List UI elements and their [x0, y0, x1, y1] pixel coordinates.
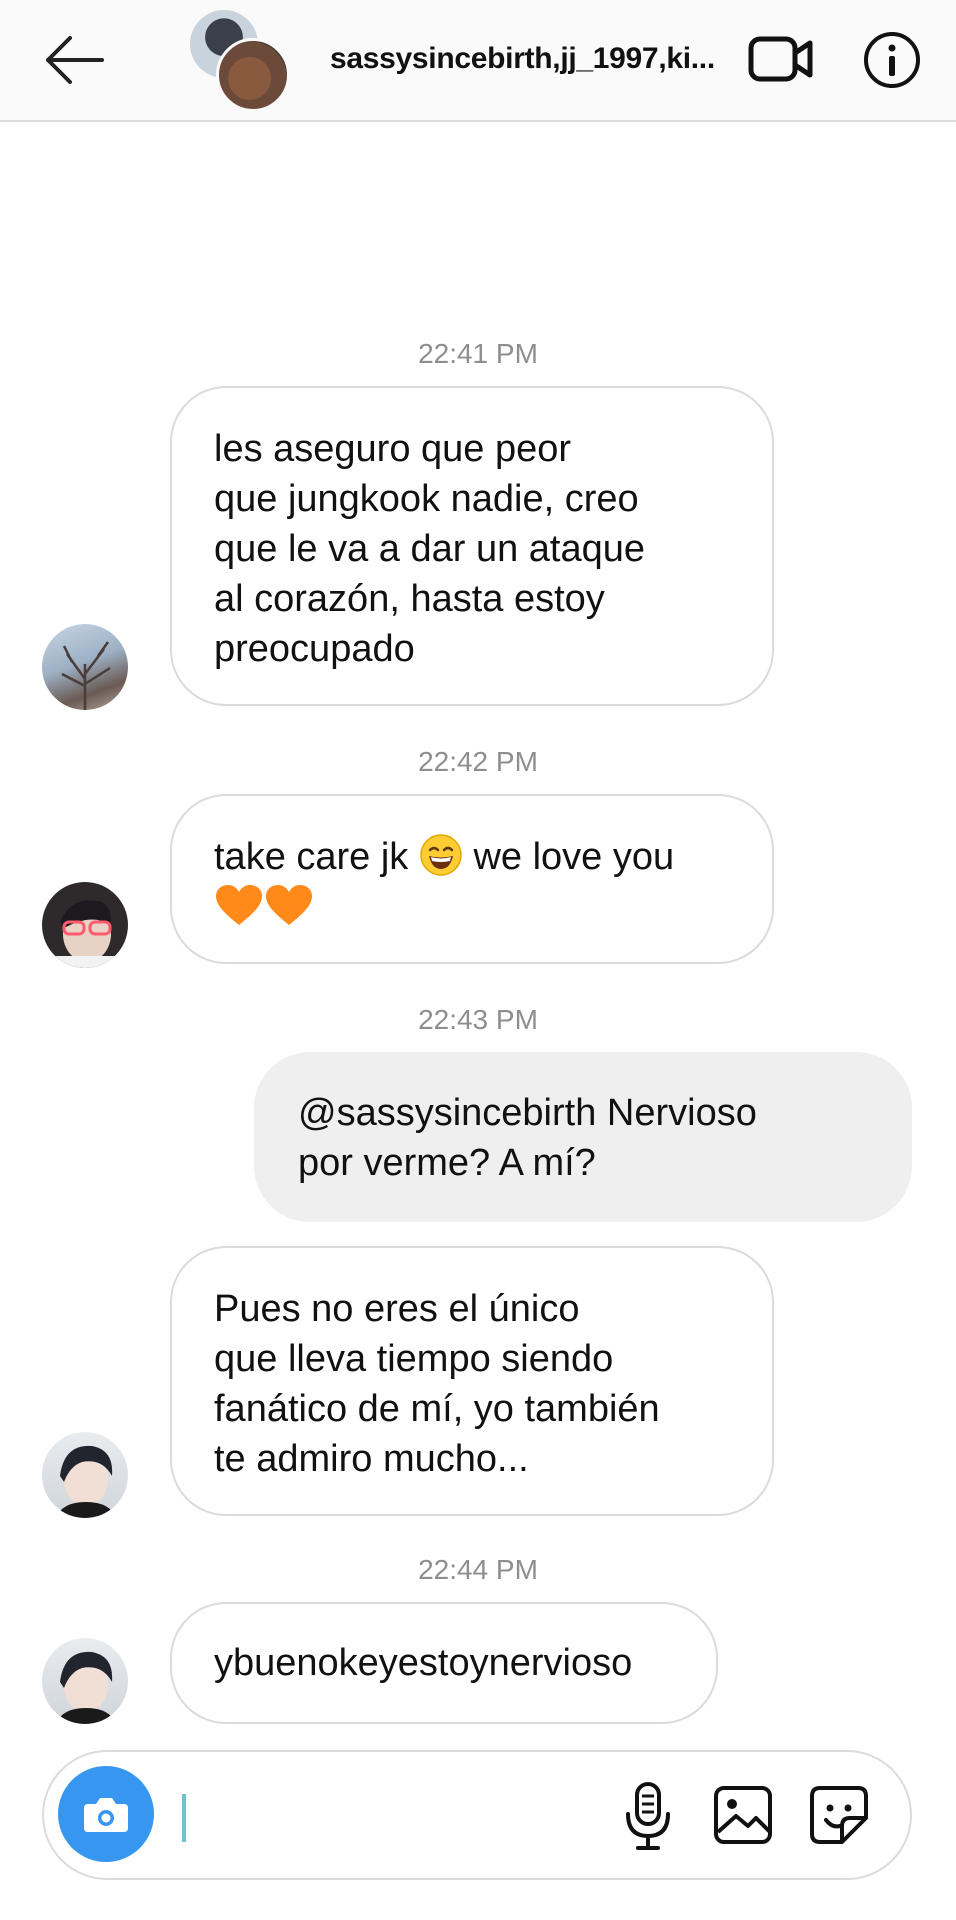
avatar: [216, 38, 290, 112]
avatar[interactable]: [42, 624, 128, 710]
video-call-icon[interactable]: [748, 34, 814, 84]
message-line: @sassysincebirth Nervioso: [298, 1092, 757, 1134]
message-timestamp: 22:44 PM: [418, 1554, 538, 1585]
message-line: te admiro mucho...: [214, 1438, 529, 1480]
message-bubble[interactable]: les aseguro que peor que jungkook nadie,…: [170, 386, 774, 706]
message-line: que lleva tiempo siendo: [214, 1338, 614, 1380]
avatar-image: [56, 1445, 116, 1518]
message-bubble[interactable]: Pues no eres el único que lleva tiempo s…: [170, 1246, 774, 1516]
microphone-icon[interactable]: [618, 1780, 678, 1852]
message-input[interactable]: [182, 1794, 186, 1842]
message-line: al corazón, hasta estoy: [214, 578, 605, 620]
camera-button[interactable]: [58, 1766, 154, 1862]
orange-heart-emoji: [266, 885, 312, 925]
avatar[interactable]: [42, 882, 128, 968]
message-line: Pues no eres el único: [214, 1288, 580, 1330]
group-avatar[interactable]: [190, 10, 290, 112]
back-arrow-icon[interactable]: [40, 30, 110, 90]
message-timestamp: 22:43 PM: [418, 1004, 538, 1035]
message-line: preocupado: [214, 628, 415, 670]
message-line: fanático de mí, yo también: [214, 1388, 660, 1430]
message-timestamp: 22:41 PM: [418, 338, 538, 369]
message-composer: [42, 1750, 912, 1880]
message-line: que le va a dar un ataque: [214, 528, 646, 570]
message-bubble[interactable]: take care jk we love you: [170, 794, 774, 964]
chat-header: sassysincebirth,jj_1997,ki...: [0, 0, 956, 122]
avatar[interactable]: [42, 1432, 128, 1518]
message-text: take care jk: [214, 836, 409, 878]
avatar-image: [56, 1651, 116, 1724]
message-line: ybuenokeyestoynervioso: [214, 1642, 633, 1684]
orange-heart-emoji: [216, 885, 262, 925]
sticker-icon[interactable]: [808, 1784, 870, 1846]
message-line: por verme? A mí?: [298, 1142, 596, 1184]
message-timestamp: 22:42 PM: [418, 746, 538, 777]
camera-icon: [84, 1798, 128, 1832]
message-line: que jungkook nadie, creo: [214, 478, 639, 520]
avatar[interactable]: [42, 1638, 128, 1724]
own-message-bubble[interactable]: @sassysincebirth Nervioso por verme? A m…: [254, 1052, 912, 1222]
chat-title[interactable]: sassysincebirth,jj_1997,ki...: [330, 42, 730, 76]
info-icon[interactable]: [862, 30, 922, 90]
avatar-image: [61, 641, 111, 710]
avatar-image: [52, 900, 118, 968]
message-line: les aseguro que peor: [214, 428, 572, 470]
grinning-face-emoji: [420, 834, 462, 876]
message-text: we love you: [473, 836, 675, 878]
gallery-icon[interactable]: [712, 1784, 774, 1846]
message-bubble[interactable]: ybuenokeyestoynervioso: [170, 1602, 718, 1724]
